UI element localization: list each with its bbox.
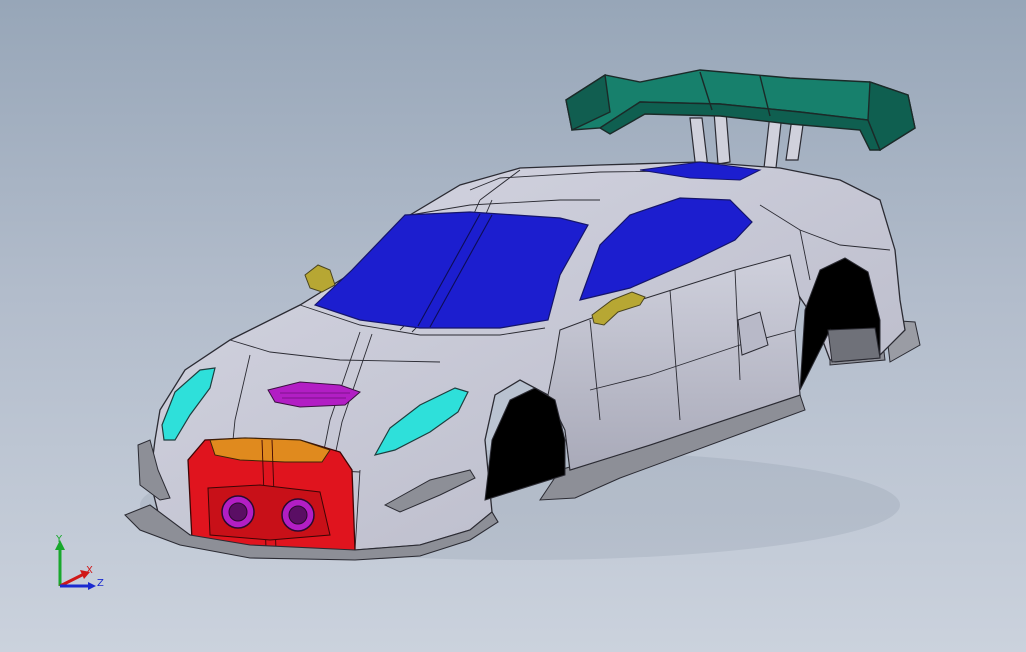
triad-arrows xyxy=(55,540,96,590)
windshield-glass xyxy=(313,211,589,329)
x-axis-line xyxy=(59,572,85,588)
left-mirror xyxy=(304,264,336,293)
x-axis-label: X xyxy=(86,565,93,576)
car-model[interactable] xyxy=(0,0,1026,652)
coordinate-triad: Y X Z xyxy=(40,530,120,600)
graphics-viewport[interactable]: Y X Z xyxy=(0,0,1026,652)
z-axis-label: Z xyxy=(97,578,104,589)
z-axis-arrow xyxy=(88,582,96,590)
y-axis-label: Y xyxy=(56,534,63,545)
rear-wing[interactable] xyxy=(565,69,916,152)
rear-wheel-tub xyxy=(827,327,881,363)
